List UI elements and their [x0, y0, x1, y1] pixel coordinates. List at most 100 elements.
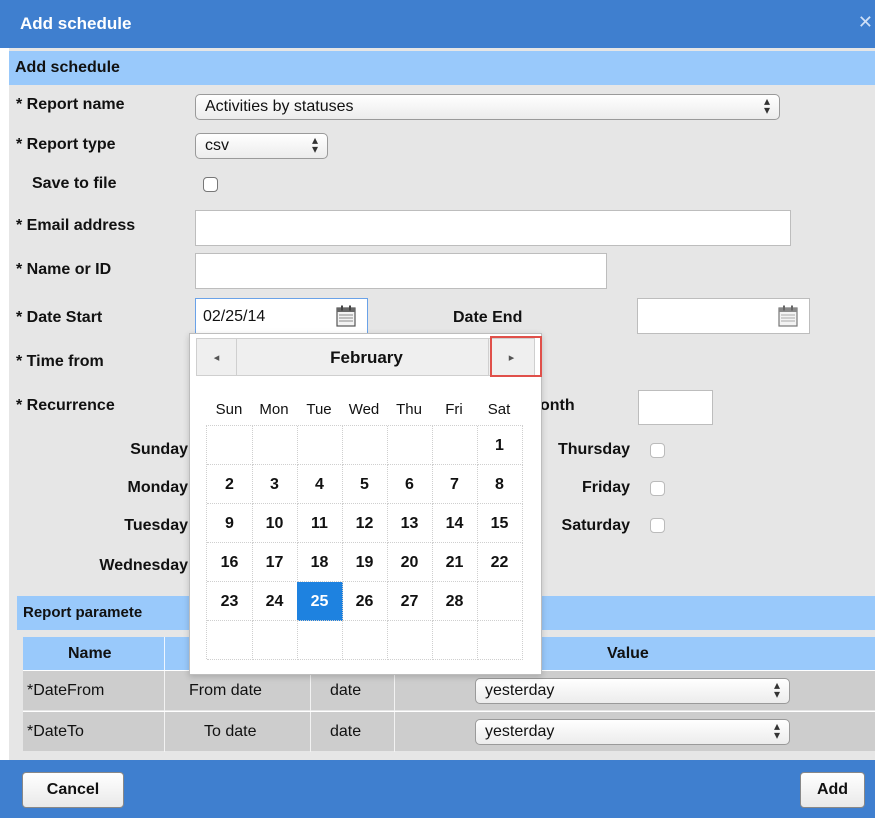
calendar-day[interactable]: 13 [387, 504, 433, 543]
section-title: Add schedule [15, 59, 120, 76]
select-arrows-icon: ▴ ▾ [763, 94, 770, 117]
calendar-day[interactable]: 14 [432, 504, 478, 543]
calendar-day[interactable]: 23 [207, 582, 253, 621]
cancel-button[interactable]: Cancel [22, 772, 124, 808]
save-to-file-label: Save to file [32, 175, 117, 192]
friday-checkbox[interactable] [650, 481, 665, 496]
param-label: To date [204, 723, 257, 740]
calendar-day[interactable]: 16 [207, 543, 253, 582]
calendar-day[interactable]: 15 [477, 504, 523, 543]
date-picker-month: February [330, 348, 403, 367]
report-parameters-title: Report paramete [23, 604, 143, 621]
weekday-label: Mon [259, 401, 289, 418]
report-name-select[interactable]: Activities by statuses ▴ ▾ [195, 94, 780, 120]
recurrence-label: * Recurrence [16, 397, 115, 414]
calendar-empty-cell [297, 426, 343, 465]
param-value: yesterday [485, 723, 555, 740]
calendar-day[interactable]: 7 [432, 465, 478, 504]
calendar-day[interactable]: 28 [432, 582, 478, 621]
calendar-day[interactable]: 27 [387, 582, 433, 621]
calendar-empty-cell [477, 582, 523, 621]
friday-label: Friday [581, 479, 630, 496]
calendar-day[interactable]: 6 [387, 465, 433, 504]
weekday-label: Sat [487, 401, 511, 418]
calendar-empty-cell [207, 426, 253, 465]
calendar-empty-cell [297, 621, 343, 660]
calendar-day[interactable]: 26 [342, 582, 388, 621]
date-picker-popup: February ◂ ▸ Sun Mon Tue Wed Thu Fri Sat 12345… [189, 333, 542, 675]
calendar-day[interactable]: 3 [252, 465, 298, 504]
calendar-day[interactable]: 21 [432, 543, 478, 582]
dialog-titlebar: Add schedule ✕ [0, 0, 875, 48]
calendar-day[interactable]: 22 [477, 543, 523, 582]
report-name-label: * Report name [16, 96, 125, 113]
thursday-checkbox[interactable] [650, 443, 665, 458]
email-label: * Email address [16, 217, 136, 234]
month-field[interactable] [638, 390, 713, 425]
calendar-day[interactable]: 11 [297, 504, 343, 543]
saturday-checkbox[interactable] [650, 518, 665, 533]
sunday-label: Sunday [130, 441, 188, 458]
save-to-file-checkbox[interactable] [203, 177, 218, 192]
weekday-label: Thu [396, 401, 422, 418]
calendar-day[interactable]: 5 [342, 465, 388, 504]
weekday-label: Fri [445, 401, 463, 418]
next-month-button[interactable]: ▸ [488, 339, 534, 375]
time-from-label: * Time from [16, 353, 104, 370]
date-end-label: Date End [453, 309, 523, 326]
dialog-title: Add schedule [20, 14, 132, 33]
name-or-id-label: * Name or ID [16, 261, 112, 278]
calendar-empty-cell [252, 426, 298, 465]
calendar-day[interactable]: 9 [207, 504, 253, 543]
calendar-empty-cell [207, 621, 253, 660]
add-button[interactable]: Add [800, 772, 865, 808]
calendar-empty-cell [342, 426, 388, 465]
name-or-id-field[interactable] [195, 253, 607, 289]
calendar-day[interactable]: 24 [252, 582, 298, 621]
calendar-day[interactable]: 20 [387, 543, 433, 582]
wednesday-label: Wednesday [99, 557, 188, 574]
param-label: From date [189, 682, 262, 699]
calendar-day[interactable]: 8 [477, 465, 523, 504]
chevron-right-icon: ▸ [508, 352, 515, 364]
day-grid: 1 2 3 4 5 6 7 8 9 10 11 12 13 14 15 16 17 18 19 20 21 22 23 24 2… [206, 425, 523, 660]
calendar-empty-cell [252, 621, 298, 660]
calendar-empty-cell [387, 621, 433, 660]
calendar-day[interactable]: 1 [477, 426, 523, 465]
weekday-label: Tue [306, 401, 332, 418]
calendar-empty-cell [432, 426, 478, 465]
chevron-left-icon: ◂ [213, 352, 220, 364]
param-type: date [330, 723, 362, 740]
close-icon[interactable]: ✕ [858, 12, 873, 33]
report-type-value: csv [205, 137, 229, 154]
report-type-select[interactable]: csv ▴ ▾ [195, 133, 328, 159]
calendar-icon[interactable] [336, 305, 356, 327]
calendar-empty-cell [387, 426, 433, 465]
calendar-icon[interactable] [778, 305, 798, 327]
calendar-day[interactable]: 10 [252, 504, 298, 543]
calendar-empty-cell [342, 621, 388, 660]
param-type: date [330, 682, 362, 699]
dialog-footer [0, 760, 875, 818]
calendar-day[interactable]: 17 [252, 543, 298, 582]
calendar-day[interactable]: 2 [207, 465, 253, 504]
calendar-day[interactable]: 25 [297, 582, 343, 621]
calendar-day[interactable]: 19 [342, 543, 388, 582]
calendar-empty-cell [477, 621, 523, 660]
tuesday-label: Tuesday [124, 517, 188, 534]
calendar-day[interactable]: 12 [342, 504, 388, 543]
prev-month-button[interactable]: ◂ [197, 339, 237, 375]
saturday-label: Saturday [561, 517, 630, 534]
param-value-select[interactable]: yesterday ▴ ▾ [475, 678, 790, 704]
param-name: *DateTo [27, 723, 84, 740]
email-field[interactable] [195, 210, 791, 246]
param-value-select[interactable]: yesterday ▴ ▾ [475, 719, 790, 745]
weekday-label: Wed [348, 401, 380, 418]
thursday-label: Thursday [557, 441, 630, 458]
calendar-day[interactable]: 4 [297, 465, 343, 504]
column-header-value: Value [607, 645, 649, 662]
date-start-label: * Date Start [16, 309, 103, 326]
select-arrows-icon: ▴ ▾ [311, 133, 318, 156]
calendar-empty-cell [432, 621, 478, 660]
calendar-day[interactable]: 18 [297, 543, 343, 582]
